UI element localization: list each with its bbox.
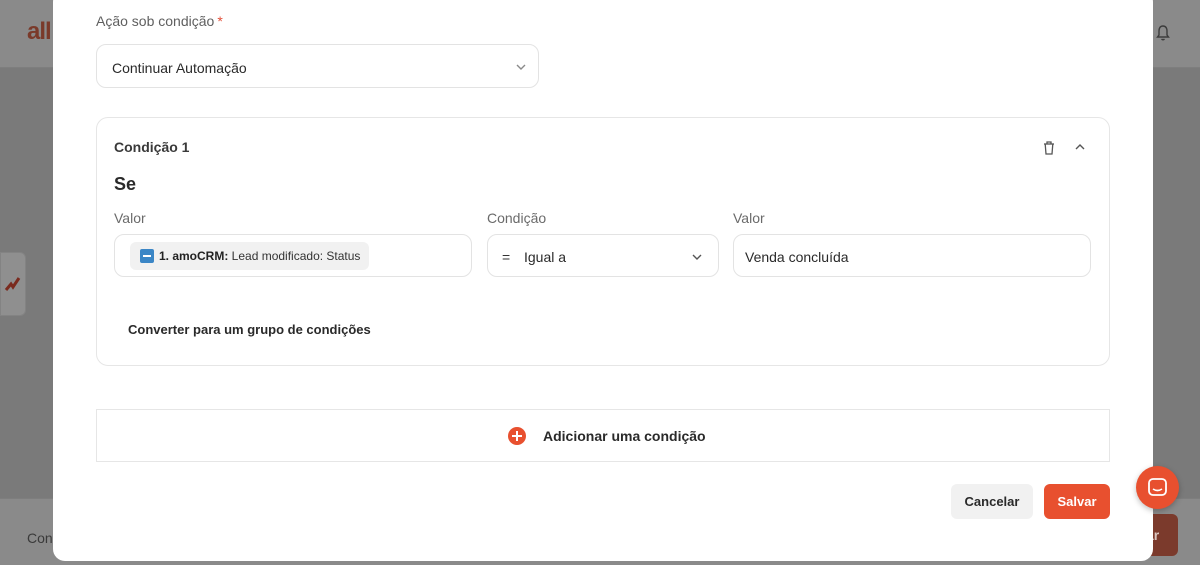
if-heading: Se (114, 174, 137, 194)
add-condition-label: Adicionar uma condição (543, 428, 706, 444)
amocrm-icon (140, 249, 154, 263)
save-button[interactable]: Salvar (1044, 484, 1110, 519)
chat-launcher-button[interactable] (1136, 466, 1179, 509)
condition-label: Condição (487, 210, 547, 226)
action-select[interactable]: Continuar Automação (96, 44, 539, 88)
chevron-up-icon[interactable] (1074, 141, 1086, 153)
chevron-down-icon (692, 254, 702, 260)
required-mark: * (217, 13, 223, 29)
bell-icon[interactable] (1155, 24, 1171, 42)
trash-icon[interactable] (1042, 140, 1056, 156)
action-select-value: Continuar Automação (112, 60, 247, 76)
plus-circle-icon (508, 427, 526, 445)
action-label-text: Ação sob condição (96, 13, 215, 29)
value-label: Valor (114, 210, 146, 226)
equals-icon: = (502, 249, 511, 265)
chevron-down-icon (516, 64, 526, 70)
cancel-button[interactable]: Cancelar (951, 484, 1033, 519)
chip-source: 1. amoCRM: (159, 249, 229, 263)
convert-to-group-button[interactable]: Converter para um grupo de condições (128, 322, 371, 337)
condition-title: Condição 1 (114, 139, 190, 155)
operator-value: Igual a (524, 249, 567, 265)
brand-mark-icon (4, 277, 21, 291)
compare-value-text: Venda concluída (745, 249, 849, 265)
variable-chip-label: 1. amoCRM: Lead modificado: Status (159, 249, 360, 263)
chip-field: Lead modificado: Status (228, 249, 361, 263)
action-label: Ação sob condição * (96, 13, 223, 29)
chat-icon (1148, 478, 1167, 496)
app-logo: all (27, 18, 52, 45)
compare-value-label: Valor (733, 210, 765, 226)
footer-text: Con (27, 530, 53, 546)
side-panel-card (0, 252, 26, 316)
operator-select[interactable] (487, 234, 719, 277)
